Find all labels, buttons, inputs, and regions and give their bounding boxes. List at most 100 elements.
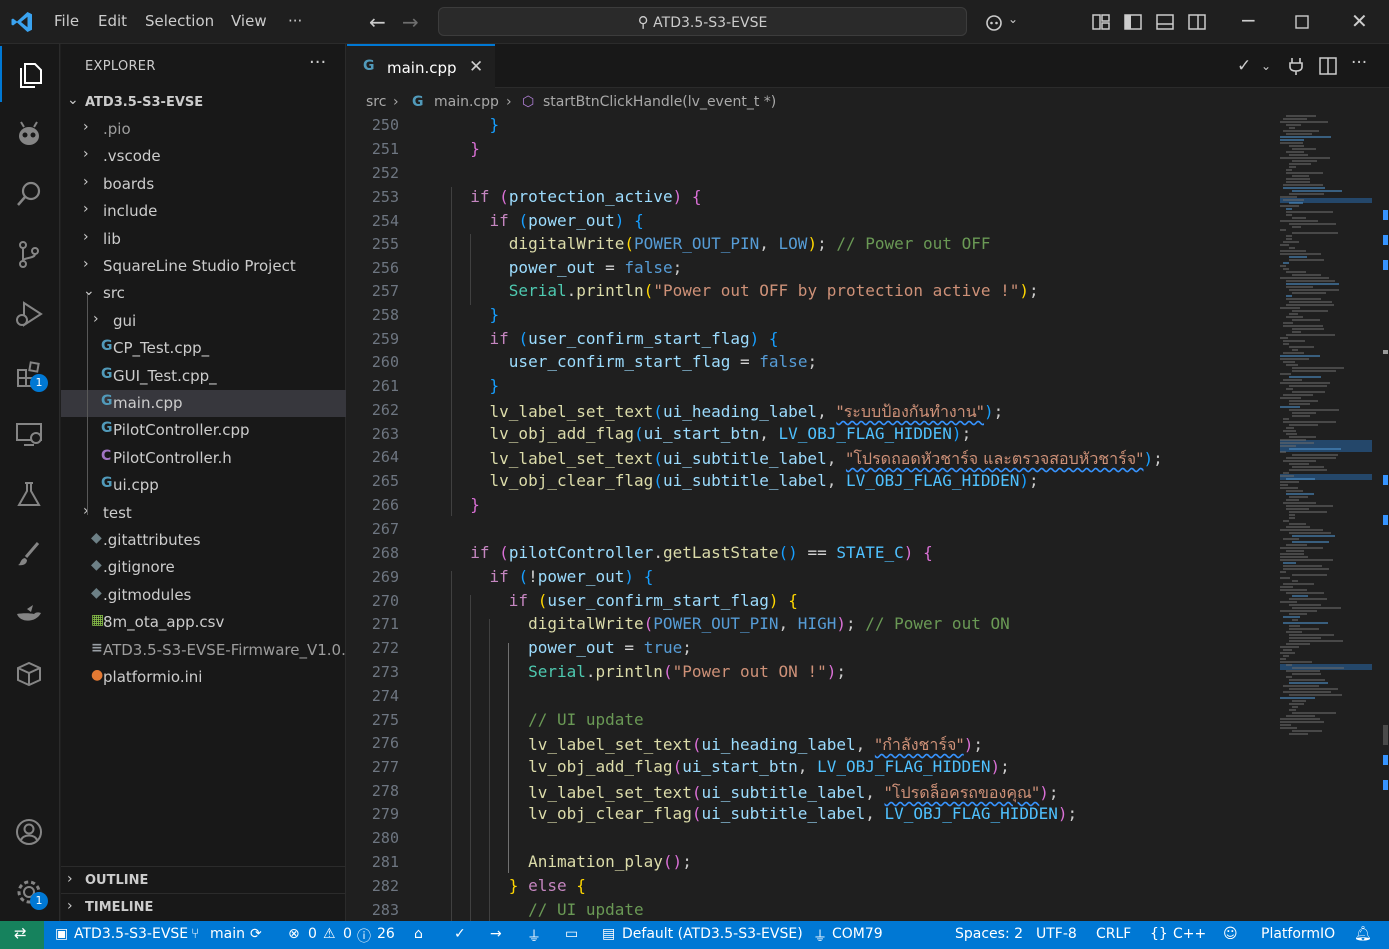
split-editor-icon[interactable] (1319, 57, 1337, 75)
account-icon (16, 819, 42, 845)
tree-item[interactable]: ⌄ src (61, 280, 346, 307)
tree-item[interactable]: › boards (61, 171, 346, 198)
platformio-status[interactable]: PlatformIO (1261, 926, 1335, 942)
scrollbar[interactable] (1383, 115, 1389, 921)
accounts-activity[interactable] (0, 804, 60, 860)
remote-explorer-activity[interactable] (0, 406, 60, 462)
tree-item[interactable]: C PilotController.h (61, 445, 346, 472)
tree-item[interactable]: › include (61, 198, 346, 225)
menu-edit[interactable]: Edit (98, 12, 127, 30)
tree-item[interactable]: ◆ .gitignore (61, 554, 346, 581)
remote-indicator[interactable]: ⇄ (0, 921, 44, 949)
eol-setting[interactable]: CRLF (1096, 926, 1131, 942)
tree-item[interactable]: ◆ .gitattributes (61, 527, 346, 554)
chevron-down-icon[interactable]: ⌄ (1261, 59, 1271, 73)
tree-item[interactable]: › test (61, 500, 346, 527)
check-icon[interactable]: ✓ (1237, 56, 1251, 76)
tree-item[interactable]: › lib (61, 226, 346, 253)
build-check-icon[interactable]: ✓ (454, 926, 466, 942)
warning-count[interactable]: 0 (343, 926, 352, 942)
tree-item[interactable]: ≡ ATD3.5-S3-EVSE-Firmware_V1.0.... (61, 637, 360, 664)
toggle-secondary-sidebar-icon[interactable] (1187, 12, 1207, 32)
indentation-setting[interactable]: Spaces: 2 (955, 926, 1023, 942)
tree-item[interactable]: › gui (61, 308, 346, 335)
close-window-button[interactable]: ✕ (1351, 9, 1368, 33)
docker-activity[interactable] (0, 586, 60, 642)
close-tab-icon[interactable]: ✕ (469, 57, 483, 77)
tab-main-cpp[interactable]: G main.cpp ✕ (347, 44, 495, 88)
timeline-section[interactable]: › TIMELINE (61, 893, 346, 920)
forward-arrow-icon[interactable]: → (402, 10, 419, 34)
menu-more[interactable]: ··· (288, 12, 302, 30)
paint-activity[interactable] (0, 526, 60, 582)
command-center-search[interactable]: ⚲ ATD3.5-S3-EVSE (438, 7, 967, 36)
tree-item[interactable]: ◆ .gitmodules (61, 582, 346, 609)
run-debug-activity[interactable] (0, 286, 60, 342)
extensions-activity[interactable]: 1 (0, 346, 60, 402)
packages-activity[interactable] (0, 646, 60, 702)
status-bar: ⇄ ▣ ATD3.5-S3-EVSE ⑂ main ⟳ ⊗ 0 ⚠ 0 ⓘ 26… (0, 921, 1389, 949)
copilot-icon[interactable]: ☺ (1223, 926, 1238, 942)
home-icon[interactable]: ⌂ (414, 926, 423, 942)
tree-item[interactable]: Gmain.cpp (61, 390, 346, 417)
more-actions-icon[interactable]: ··· (1351, 53, 1367, 73)
bell-icon[interactable]: 🔔︎ (1354, 926, 1372, 942)
toggle-panel-icon[interactable] (1155, 12, 1175, 32)
breadcrumb-symbol[interactable]: startBtnClickHandle(lv_event_t *) (543, 94, 776, 110)
minimap[interactable] (1280, 115, 1375, 921)
chevron-right-icon: › (83, 173, 89, 190)
language-mode[interactable]: C++ (1173, 926, 1206, 942)
copilot-icon[interactable] (984, 12, 1004, 32)
tree-item[interactable]: ● platformio.ini (61, 664, 346, 691)
source-control-activity[interactable] (0, 226, 60, 282)
platformio-activity[interactable] (0, 106, 60, 162)
manage-activity[interactable]: 1 (0, 864, 60, 920)
breadcrumb-file[interactable]: main.cpp (434, 94, 499, 110)
tree-item[interactable]: › .pio (61, 116, 346, 143)
testing-activity[interactable] (0, 466, 60, 522)
tree-item[interactable]: G GUI_Test.cpp_ (61, 363, 346, 390)
tree-item[interactable]: Gui.cpp (61, 472, 346, 499)
menu-selection[interactable]: Selection (145, 12, 214, 30)
search-icon: ⚲ (637, 13, 649, 31)
env-selector[interactable]: Default (ATD3.5-S3-EVSE) (622, 926, 803, 942)
minimize-button[interactable]: − (1240, 8, 1257, 32)
tree-item[interactable]: ▦ 8m_ota_app.csv (61, 609, 346, 636)
customize-layout-icon[interactable] (1091, 12, 1111, 32)
code-editor[interactable]: 250 251 252 253 254 255 256 257 258 259 260 261 262 2… (347, 115, 1389, 921)
port-selector[interactable]: COM79 (832, 926, 883, 942)
git-file-icon: ◆ (91, 530, 102, 546)
workspace-root[interactable]: ⌄ ATD3.5-S3-EVSE (61, 89, 346, 116)
branch-name[interactable]: main (210, 926, 245, 942)
plug-icon[interactable] (1287, 56, 1305, 76)
breadcrumb-src[interactable]: src (366, 94, 386, 110)
maximize-button[interactable] (1292, 12, 1312, 32)
encoding-setting[interactable]: UTF-8 (1036, 926, 1077, 942)
upload-arrow-icon[interactable]: → (490, 926, 502, 942)
tree-item[interactable]: › .vscode (61, 143, 346, 170)
tree-item[interactable]: G PilotController.cpp (61, 417, 346, 444)
terminal-icon[interactable]: ▭ (565, 926, 578, 942)
code-line: power_out = true; (528, 638, 692, 657)
toggle-sidebar-icon[interactable] (1123, 12, 1143, 32)
tree-item[interactable]: › SquareLine Studio Project (61, 253, 346, 280)
search-activity[interactable] (0, 166, 60, 222)
outline-section[interactable]: › OUTLINE (61, 866, 346, 893)
explorer-more-button[interactable]: ··· (309, 52, 326, 73)
plug-icon[interactable]: ⏚ (527, 926, 541, 946)
sync-icon[interactable]: ⟳ (250, 926, 262, 942)
line-number: 261 (371, 377, 399, 395)
tree-item[interactable]: G CP_Test.cpp_ (61, 335, 346, 362)
line-number: 262 (371, 401, 399, 419)
info-count[interactable]: 26 (377, 926, 395, 942)
string-literal: "Power out OFF by protection active !" (653, 281, 1020, 300)
menu-file[interactable]: File (54, 12, 79, 30)
code-line: lv_label_set_text(ui_heading_label, "กำล… (528, 735, 983, 754)
menu-view[interactable]: View (231, 12, 267, 30)
back-arrow-icon[interactable]: ← (369, 10, 386, 34)
error-count[interactable]: 0 (308, 926, 317, 942)
explorer-activity[interactable] (0, 46, 60, 102)
project-name[interactable]: ATD3.5-S3-EVSE (74, 926, 188, 942)
chevron-down-icon[interactable]: ⌄ (1008, 12, 1018, 26)
